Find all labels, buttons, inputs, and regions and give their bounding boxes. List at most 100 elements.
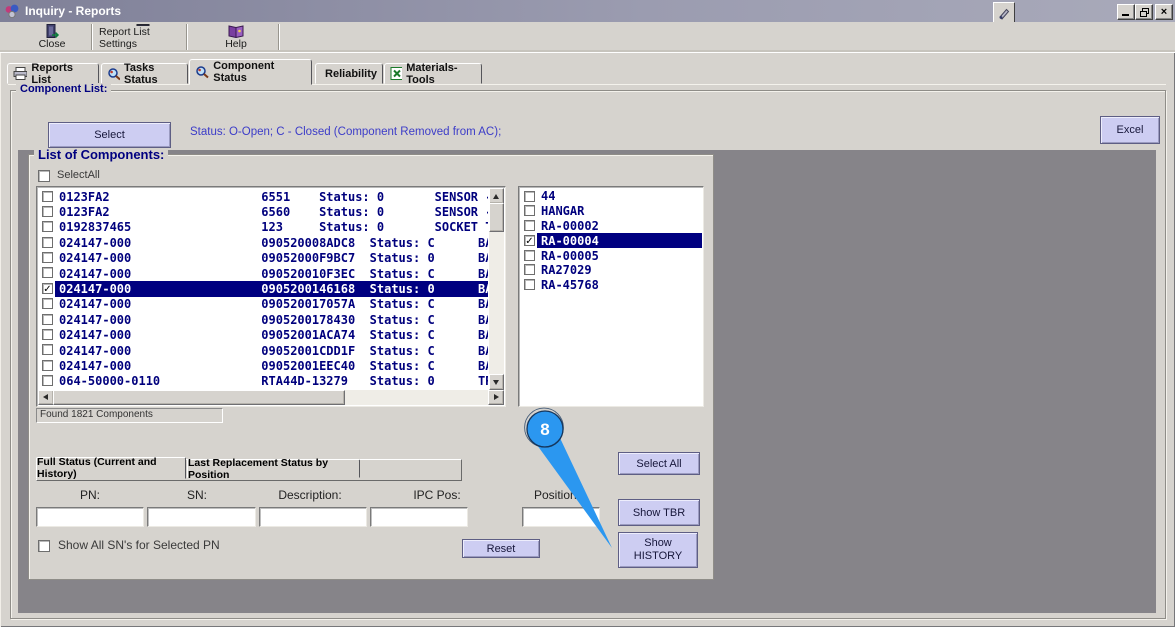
locations-list[interactable]: 44HANGARRA-00002✓RA-00004RA-00005RA27029… xyxy=(518,186,704,407)
tab-reliability[interactable]: Reliability xyxy=(315,63,383,84)
titlebar-pen-tool-button[interactable] xyxy=(993,2,1015,23)
component-row[interactable]: 024147-000 090520008ADC8 Status: C BA xyxy=(38,235,488,250)
tab-label: Tasks Status xyxy=(124,62,182,86)
row-checkbox[interactable] xyxy=(524,191,535,202)
tab-last-replacement-status[interactable]: Last Replacement Status by Position xyxy=(187,459,360,478)
row-checkbox[interactable] xyxy=(42,329,53,340)
vertical-scrollbar[interactable] xyxy=(489,188,504,390)
tab-tasks-status[interactable]: Tasks Status xyxy=(101,63,188,84)
location-row[interactable]: RA-00005 xyxy=(520,248,702,263)
vertical-scroll-thumb[interactable] xyxy=(489,203,504,232)
help-button[interactable]: Help xyxy=(190,24,282,50)
row-checkbox[interactable] xyxy=(42,267,53,278)
show-all-sns-checkbox[interactable] xyxy=(38,540,50,552)
location-row[interactable]: RA27029 xyxy=(520,263,702,278)
row-checkbox[interactable] xyxy=(42,206,53,217)
search-icon xyxy=(195,65,209,79)
horizontal-scroll-thumb[interactable] xyxy=(53,390,345,405)
components-rows: 0123FA2 6551 Status: 0 SENSOR - F0123FA2… xyxy=(38,189,488,389)
location-row[interactable]: HANGAR xyxy=(520,204,702,219)
select-all-button[interactable]: Select All xyxy=(618,452,700,475)
tab-label: Reports List xyxy=(31,62,93,86)
restore-icon xyxy=(1140,8,1149,17)
component-row[interactable]: 024147-000 090520010F3EC Status: C BA xyxy=(38,266,488,281)
component-row[interactable]: 0123FA2 6560 Status: 0 SENSOR - F xyxy=(38,204,488,219)
scroll-left-button[interactable] xyxy=(38,390,54,405)
row-checkbox[interactable] xyxy=(42,375,53,386)
component-row[interactable]: ✓024147-000 0905200146168 Status: 0 BA xyxy=(38,281,488,296)
window-title: Inquiry - Reports xyxy=(25,4,121,18)
restore-button[interactable] xyxy=(1135,4,1153,20)
row-checkbox[interactable] xyxy=(42,314,53,325)
component-row[interactable]: 024147-000 0905200178430 Status: C BA xyxy=(38,312,488,327)
pn-input[interactable] xyxy=(36,507,144,527)
scroll-right-button[interactable] xyxy=(488,390,504,405)
row-checkbox[interactable] xyxy=(524,205,535,216)
arrow-left-icon xyxy=(43,394,48,400)
location-row[interactable]: RA-45768 xyxy=(520,278,702,293)
minimize-button[interactable] xyxy=(1117,4,1135,20)
row-checkbox[interactable] xyxy=(524,279,535,290)
row-checkbox[interactable] xyxy=(42,237,53,248)
location-row[interactable]: ✓RA-00004 xyxy=(520,233,702,248)
select-all-checkbox-label: SelectAll xyxy=(57,169,100,181)
row-checkbox[interactable] xyxy=(524,264,535,275)
tab-materials-tools[interactable]: Materials-Tools xyxy=(384,63,482,84)
excel-button[interactable]: Excel xyxy=(1100,116,1160,144)
components-list[interactable]: 0123FA2 6551 Status: 0 SENSOR - F0123FA2… xyxy=(36,186,506,407)
close-button[interactable]: Close xyxy=(10,24,94,50)
location-row[interactable]: 44 xyxy=(520,189,702,204)
component-row[interactable]: 0192837465 123 Status: 0 SOCKET TOO xyxy=(38,220,488,235)
row-checkbox[interactable] xyxy=(42,298,53,309)
row-text: 0123FA2 6551 Status: 0 SENSOR - F xyxy=(59,189,488,204)
row-checkbox[interactable] xyxy=(42,344,53,355)
show-history-button[interactable]: Show HISTORY xyxy=(618,532,698,568)
horizontal-scrollbar[interactable] xyxy=(38,390,504,405)
row-text: 024147-000 09052001EEC40 Status: C BA xyxy=(59,358,488,373)
description-label: Description: xyxy=(270,488,350,502)
position-label: Position: xyxy=(524,488,590,502)
location-row[interactable]: RA-00002 xyxy=(520,219,702,234)
ipc-pos-input[interactable] xyxy=(370,507,468,527)
arrow-down-icon xyxy=(493,380,499,385)
scroll-up-button[interactable] xyxy=(489,188,504,204)
component-row[interactable]: 024147-000 090520017057A Status: C BA xyxy=(38,297,488,312)
row-checkbox[interactable] xyxy=(42,252,53,263)
row-text: 064-50000-0110 RTA44D-13279 Status: 0 TR xyxy=(59,374,488,389)
row-text: RA27029 xyxy=(541,263,592,278)
report-list-settings-button[interactable]: Report List Settings xyxy=(95,24,191,50)
sn-input[interactable] xyxy=(147,507,256,527)
description-input[interactable] xyxy=(259,507,367,527)
reset-button[interactable]: Reset xyxy=(462,539,540,558)
printer-icon xyxy=(13,67,27,80)
component-row[interactable]: 024147-000 09052001ACA74 Status: C BA xyxy=(38,328,488,343)
component-row[interactable]: 024147-000 09052001CDD1F Status: C BA xyxy=(38,343,488,358)
row-checkbox[interactable] xyxy=(42,360,53,371)
row-checkbox[interactable]: ✓ xyxy=(42,283,53,294)
select-button[interactable]: Select xyxy=(48,122,171,148)
tab-component-status[interactable]: Component Status xyxy=(189,59,312,85)
row-checkbox[interactable] xyxy=(524,220,535,231)
scroll-down-button[interactable] xyxy=(489,374,504,390)
list-of-components-label: List of Components: xyxy=(34,147,168,162)
position-input[interactable] xyxy=(522,507,600,527)
row-checkbox[interactable]: ✓ xyxy=(524,235,535,246)
row-text: RA-00005 xyxy=(541,248,599,263)
show-tbr-button[interactable]: Show TBR xyxy=(618,499,700,526)
tab-label: Materials-Tools xyxy=(406,62,476,86)
row-checkbox[interactable] xyxy=(524,250,535,261)
row-text: 024147-000 09052000F9BC7 Status: 0 BA xyxy=(59,251,488,266)
row-checkbox[interactable] xyxy=(42,191,53,202)
tab-full-status[interactable]: Full Status (Current and History) xyxy=(36,457,186,479)
tab-reports-list[interactable]: Reports List xyxy=(7,63,99,84)
row-text: RA-00002 xyxy=(541,219,599,234)
toolbar-button-label: Close xyxy=(39,38,66,50)
select-all-checkbox[interactable] xyxy=(38,170,50,182)
close-window-button[interactable]: × xyxy=(1155,4,1173,20)
row-checkbox[interactable] xyxy=(42,221,53,232)
component-row[interactable]: 024147-000 09052000F9BC7 Status: 0 BA xyxy=(38,251,488,266)
component-row[interactable]: 0123FA2 6551 Status: 0 SENSOR - F xyxy=(38,189,488,204)
component-row[interactable]: 064-50000-0110 RTA44D-13279 Status: 0 TR xyxy=(38,374,488,389)
component-row[interactable]: 024147-000 09052001EEC40 Status: C BA xyxy=(38,358,488,373)
arrow-right-icon xyxy=(494,394,499,400)
